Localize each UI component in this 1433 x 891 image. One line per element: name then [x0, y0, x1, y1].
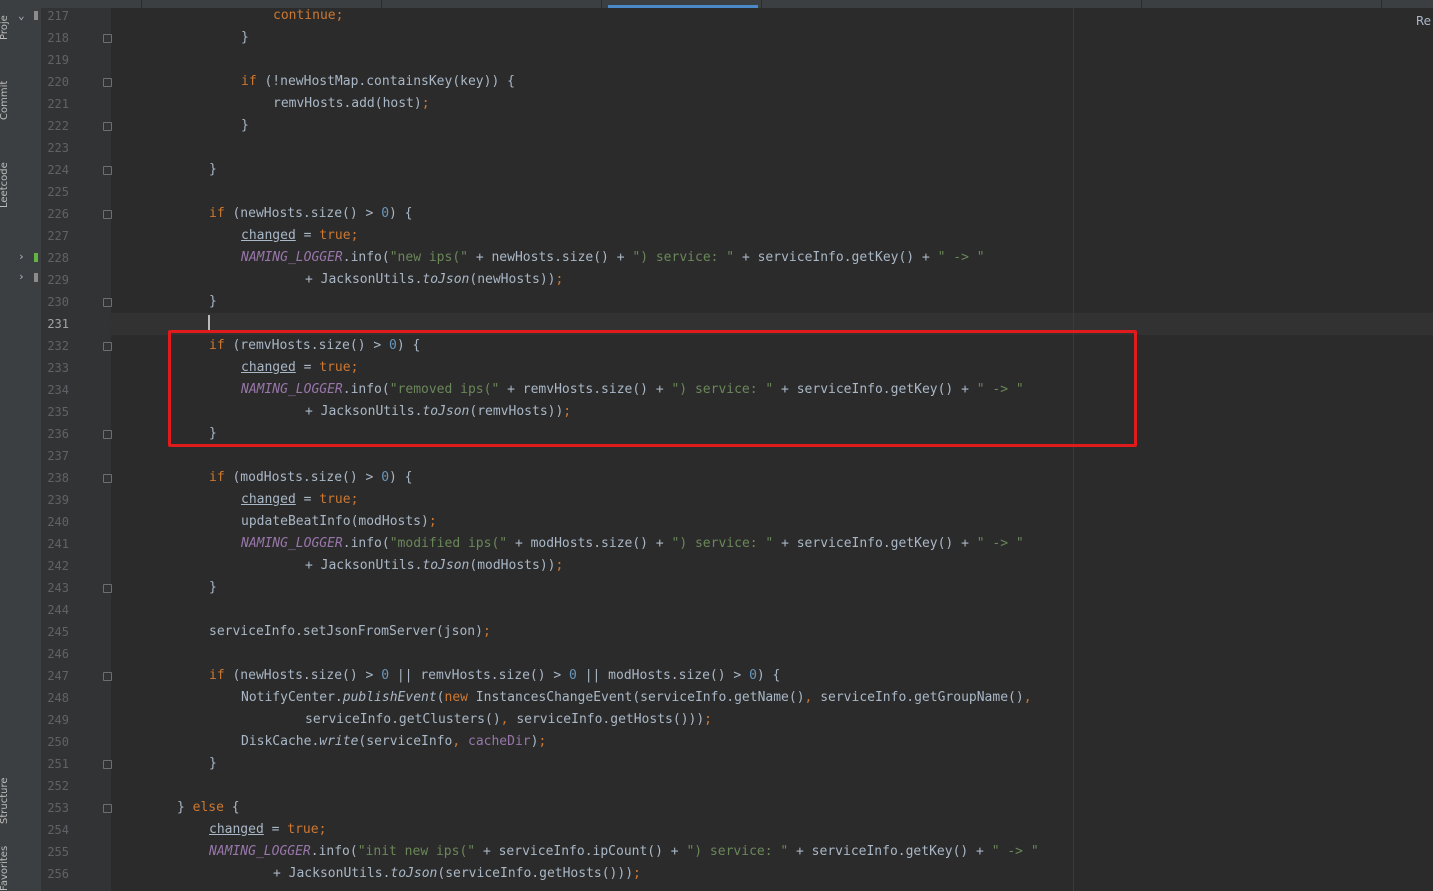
line-number: 229: [47, 273, 69, 287]
line-number: 224: [47, 163, 69, 177]
line-number: 238: [47, 471, 69, 485]
line-number: 222: [47, 119, 69, 133]
line-number: 249: [47, 713, 69, 727]
chevron-right-icon[interactable]: ›: [18, 270, 25, 283]
line-number: 221: [47, 97, 69, 111]
line-number: 237: [47, 449, 69, 463]
code-line-221: remvHosts.add(host);: [273, 96, 430, 111]
code-line-226: if (newHosts.size() > 0) {: [209, 206, 413, 221]
line-number: 252: [47, 779, 69, 793]
line-number: 256: [47, 867, 69, 881]
line-number: 232: [47, 339, 69, 353]
code-line-249: serviceInfo.getClusters(), serviceInfo.g…: [305, 712, 712, 727]
line-number: 250: [47, 735, 69, 749]
code-line-230: }: [209, 294, 217, 309]
line-number-gutter[interactable]: 217 218 219 220 221 222 223 224 225 226 …: [41, 8, 112, 891]
code-editor[interactable]: continue; } if (!newHostMap.containsKey(…: [111, 8, 1433, 891]
line-number: 228: [47, 251, 69, 265]
folder-icon: [34, 273, 38, 282]
line-number: 230: [47, 295, 69, 309]
code-line-254: changed = true;: [209, 822, 327, 837]
annotation-highlight-box: [168, 330, 1137, 447]
code-line-217: continue;: [273, 8, 344, 23]
line-number: 225: [47, 185, 69, 199]
line-number: 254: [47, 823, 69, 837]
line-number: 223: [47, 141, 69, 155]
code-line-241: NAMING_LOGGER.info("modified ips(" + mod…: [241, 536, 1024, 551]
code-line-218: }: [241, 30, 249, 45]
line-number: 242: [47, 559, 69, 573]
code-line-222: }: [241, 118, 249, 133]
line-number: 241: [47, 537, 69, 551]
line-number: 245: [47, 625, 69, 639]
line-number: 217: [47, 9, 69, 23]
code-line-228: NAMING_LOGGER.info("new ips(" + newHosts…: [241, 250, 985, 265]
code-line-239: changed = true;: [241, 492, 359, 507]
code-line-220: if (!newHostMap.containsKey(key)) {: [241, 74, 515, 89]
line-number: 244: [47, 603, 69, 617]
line-number: 226: [47, 207, 69, 221]
chevron-right-icon[interactable]: ›: [18, 250, 25, 263]
code-line-243: }: [209, 580, 217, 595]
line-number: 235: [47, 405, 69, 419]
code-line-227: changed = true;: [241, 228, 359, 243]
line-number: 219: [47, 53, 69, 67]
code-line-229: + JacksonUtils.toJson(newHosts));: [305, 272, 564, 287]
module-icon: [34, 253, 38, 262]
right-margin-guide: [1073, 8, 1074, 891]
line-number: 233: [47, 361, 69, 375]
current-line-number: 231: [47, 317, 69, 331]
code-line-242: + JacksonUtils.toJson(modHosts));: [305, 558, 564, 573]
code-line-250: DiskCache.write(serviceInfo, cacheDir);: [241, 734, 547, 749]
code-line-240: updateBeatInfo(modHosts);: [241, 514, 437, 529]
project-tree-panel: ⌄ › ›: [12, 0, 41, 891]
folder-icon: [34, 11, 38, 20]
line-number: 236: [47, 427, 69, 441]
line-number: 253: [47, 801, 69, 815]
line-number: 239: [47, 493, 69, 507]
line-number: 234: [47, 383, 69, 397]
line-number: 248: [47, 691, 69, 705]
code-line-253: } else {: [177, 800, 240, 815]
code-line-248: NotifyCenter.publishEvent(new InstancesC…: [241, 690, 1032, 705]
code-line-255: NAMING_LOGGER.info("init new ips(" + ser…: [209, 844, 1039, 859]
line-number: 218: [47, 31, 69, 45]
code-line-256: + JacksonUtils.toJson(serviceInfo.getHos…: [273, 866, 641, 881]
line-number: 246: [47, 647, 69, 661]
code-line-224: }: [209, 162, 217, 177]
line-number: 220: [47, 75, 69, 89]
line-number: 251: [47, 757, 69, 771]
line-number: 247: [47, 669, 69, 683]
code-line-245: serviceInfo.setJsonFromServer(json);: [209, 624, 491, 639]
code-line-238: if (modHosts.size() > 0) {: [209, 470, 413, 485]
code-line-251: }: [209, 756, 217, 771]
reader-mode-hint[interactable]: Re: [1416, 14, 1431, 28]
line-number: 243: [47, 581, 69, 595]
line-number: 255: [47, 845, 69, 859]
chevron-down-icon[interactable]: ⌄: [18, 9, 25, 22]
line-number: 240: [47, 515, 69, 529]
code-line-247: if (newHosts.size() > 0 || remvHosts.siz…: [209, 668, 781, 683]
line-number: 227: [47, 229, 69, 243]
